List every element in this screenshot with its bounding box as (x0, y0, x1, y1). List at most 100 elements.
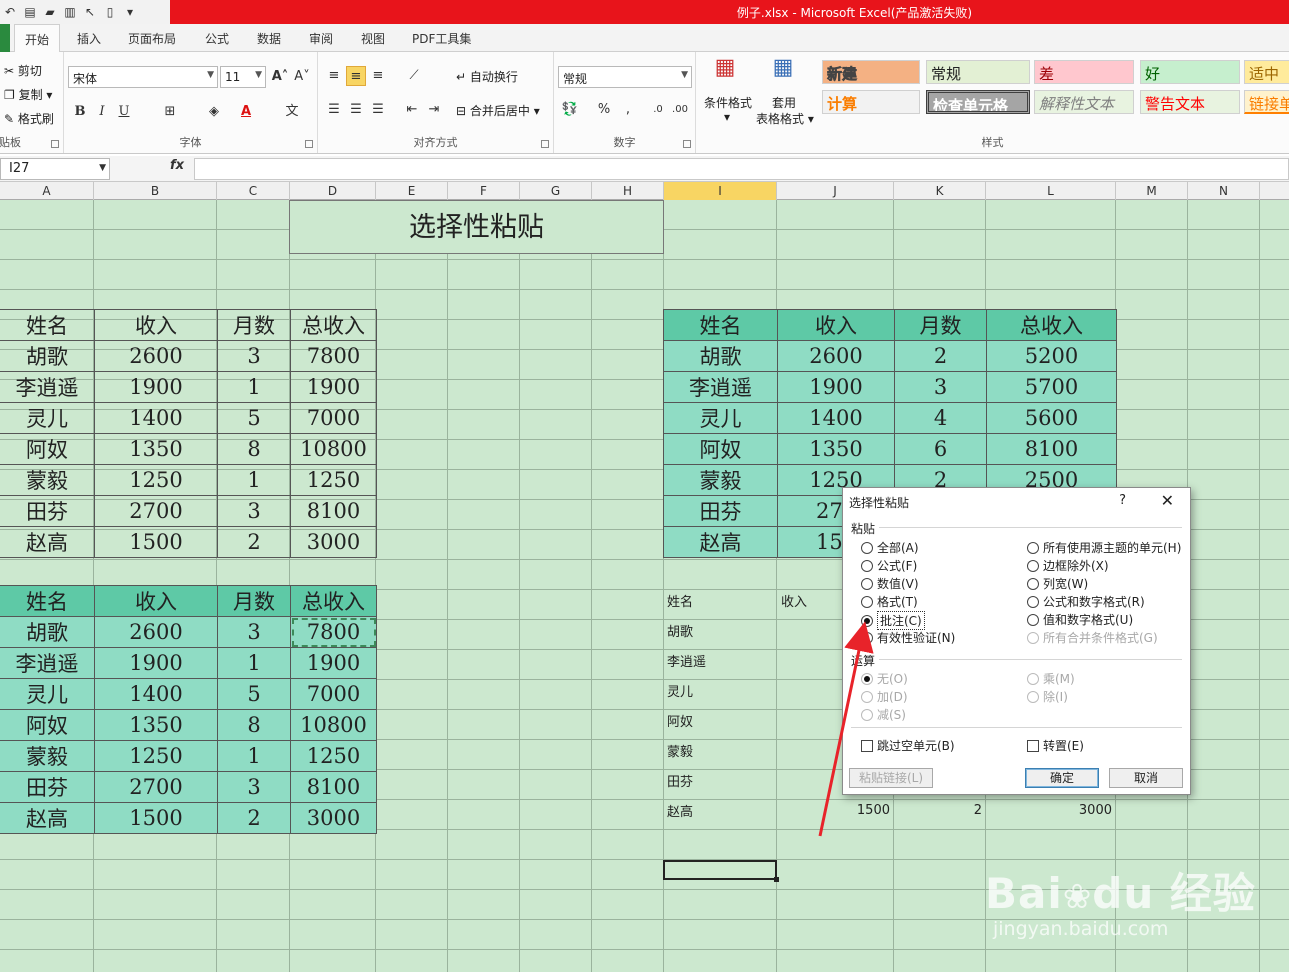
fx-icon[interactable]: fx (170, 158, 184, 173)
table-cell[interactable]: 李逍遥 (0, 647, 95, 679)
header-cell[interactable]: 姓名 (663, 309, 778, 341)
table-cell[interactable]: 2700 (94, 495, 218, 527)
table-cell[interactable]: 李逍遥 (663, 645, 777, 675)
column-header-j[interactable]: J (777, 182, 894, 200)
column-header-i[interactable]: I (664, 182, 777, 200)
table-cell[interactable]: 1900 (290, 371, 377, 403)
table-cell[interactable]: 李逍遥 (0, 371, 95, 403)
table-cell[interactable]: 5200 (986, 340, 1117, 372)
column-header-l[interactable]: L (986, 182, 1116, 200)
table-cell[interactable]: 1400 (94, 402, 218, 434)
tab-review[interactable]: 审阅 (309, 30, 333, 47)
table-cell[interactable]: 阿奴 (663, 705, 777, 735)
transpose-checkbox[interactable]: 转置(E) (1027, 737, 1084, 754)
number-launcher-icon[interactable] (683, 140, 691, 148)
help-icon[interactable]: ? (1119, 493, 1126, 508)
file-tab[interactable] (0, 24, 10, 52)
number-format-combo[interactable]: 常规 ▼ (558, 66, 692, 88)
table-cell[interactable]: 田芬 (0, 495, 95, 527)
table-cell[interactable]: 灵儿 (0, 678, 95, 710)
table-cell[interactable]: 5 (217, 678, 291, 710)
style-explanatory[interactable]: 解释性文本 (1034, 90, 1134, 114)
table-cell[interactable]: 8100 (986, 433, 1117, 465)
option-source-theme[interactable]: 所有使用源主题的单元(H) (1027, 539, 1181, 556)
table-cell[interactable]: 1 (217, 740, 291, 772)
merge-center-button[interactable]: ⊟ 合并后居中 ▾ (456, 102, 540, 119)
table-cell[interactable]: 8100 (290, 495, 377, 527)
decrease-indent-icon[interactable]: ⇤ (402, 100, 422, 120)
column-header-g[interactable]: G (520, 182, 592, 200)
align-bottom-icon[interactable]: ≡ (368, 66, 388, 86)
table-cell[interactable]: 2 (217, 802, 291, 834)
style-warning[interactable]: 警告文本 (1140, 90, 1240, 114)
table-cell[interactable]: 3 (217, 771, 291, 803)
italic-button[interactable]: I (92, 102, 112, 122)
font-size-combo[interactable]: 11 ▼ (220, 66, 266, 88)
table-cell[interactable]: 赵高 (663, 795, 777, 825)
table-cell[interactable]: 3000 (290, 526, 377, 558)
style-check-cell[interactable]: 检查单元格 (926, 90, 1030, 114)
font-name-combo[interactable]: 宋体 ▼ (68, 66, 218, 88)
table-cell[interactable]: 田芬 (663, 765, 777, 795)
table-cell[interactable]: 3 (894, 371, 987, 403)
table-cell[interactable]: 胡歌 (0, 616, 95, 648)
column-header-d[interactable]: D (290, 182, 376, 200)
header-cell[interactable]: 收入 (777, 309, 895, 341)
table-cell[interactable]: 1 (217, 647, 291, 679)
table-cell[interactable]: 8 (217, 433, 291, 465)
table-cell[interactable]: 蒙毅 (0, 740, 95, 772)
table-cell[interactable]: 田芬 (0, 771, 95, 803)
table-cell[interactable]: 7000 (290, 678, 377, 710)
table-cell[interactable]: 2600 (777, 340, 895, 372)
option-column-widths[interactable]: 列宽(W) (1027, 575, 1088, 592)
table-format-label-1[interactable]: 套用 (772, 94, 796, 111)
table-cell[interactable]: 3 (217, 340, 291, 372)
table-format-button[interactable]: 表格格式 ▾ (756, 110, 814, 127)
fill-color-icon[interactable]: ◈ (204, 102, 224, 122)
table-cell[interactable]: 3000 (290, 802, 377, 834)
header-cell[interactable]: 月数 (217, 309, 291, 341)
table-cell[interactable]: 阿奴 (663, 433, 778, 465)
table-cell[interactable]: 1900 (94, 647, 218, 679)
table-cell[interactable]: 1400 (777, 402, 895, 434)
table-cell[interactable]: 1400 (94, 678, 218, 710)
table-cell[interactable]: 赵高 (0, 802, 95, 834)
comma-icon[interactable]: , (618, 100, 638, 120)
option-formulas[interactable]: 公式(F) (861, 557, 917, 574)
table-cell[interactable]: 李逍遥 (663, 371, 778, 403)
style-new[interactable]: 新建 (822, 60, 920, 84)
table-cell[interactable]: 7000 (290, 402, 377, 434)
table-cell[interactable]: 8100 (290, 771, 377, 803)
orientation-icon[interactable]: ⟋ (404, 66, 424, 86)
percent-icon[interactable]: % (594, 100, 614, 120)
align-left-icon[interactable]: ☰ (324, 100, 344, 120)
header-cell[interactable]: 总收入 (290, 309, 377, 341)
table-cell[interactable]: 6 (894, 433, 987, 465)
grow-font-icon[interactable]: A˄ (270, 67, 290, 87)
column-header-b[interactable]: B (94, 182, 217, 200)
column-header-f[interactable]: F (448, 182, 520, 200)
tab-insert[interactable]: 插入 (77, 30, 101, 47)
header-cell[interactable]: 总收入 (290, 585, 377, 617)
table-cell[interactable]: 灵儿 (663, 402, 778, 434)
option-values[interactable]: 数值(V) (861, 575, 919, 592)
style-calculation[interactable]: 计算 (822, 90, 920, 114)
alignment-launcher-icon[interactable] (541, 140, 549, 148)
cancel-button[interactable]: 取消 (1109, 768, 1183, 788)
table-cell[interactable]: 胡歌 (663, 615, 777, 645)
header-cell[interactable]: 收入 (94, 309, 218, 341)
option-values-numbers[interactable]: 值和数字格式(U) (1027, 611, 1133, 628)
table-cell[interactable]: 胡歌 (663, 340, 778, 372)
table-cell[interactable]: 4 (894, 402, 987, 434)
option-formats[interactable]: 格式(T) (861, 593, 918, 610)
border-icon[interactable]: ⊞ (160, 102, 180, 122)
skip-blanks-checkbox[interactable]: 跳过空单元(B) (861, 737, 955, 754)
format-painter-button[interactable]: ✎ 格式刷 (4, 110, 54, 127)
table-cell[interactable]: 1250 (94, 464, 218, 496)
conditional-format-button[interactable]: 条件格式 (704, 94, 752, 111)
underline-button[interactable]: U (114, 102, 134, 122)
decrease-decimal-icon[interactable]: .00 (670, 100, 690, 120)
table-cell[interactable]: 8 (217, 709, 291, 741)
table-cell[interactable]: 1250 (290, 740, 377, 772)
table-cell[interactable]: 1500 (94, 802, 218, 834)
